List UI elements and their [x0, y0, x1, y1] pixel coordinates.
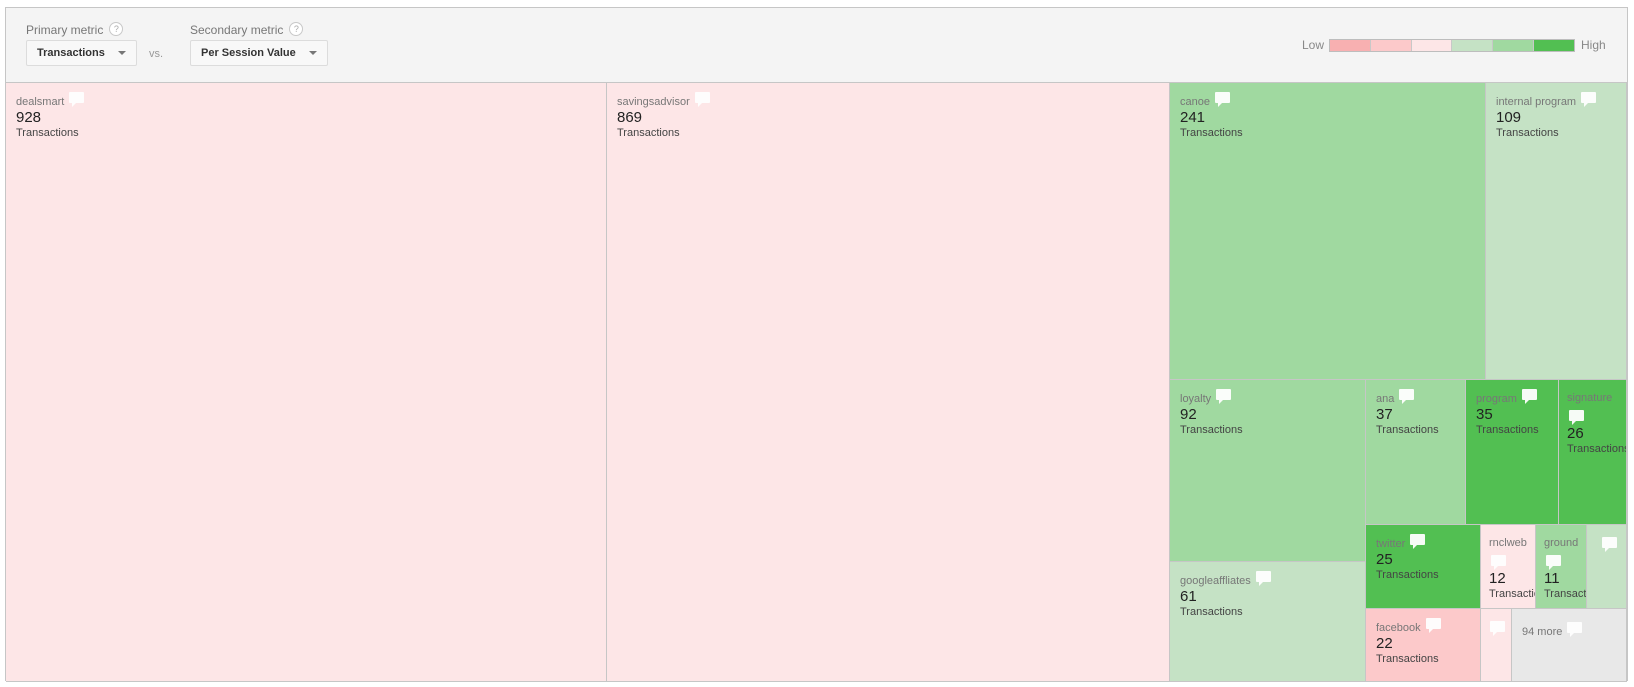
treemap-tile[interactable]: signature 26 Transactions: [1559, 380, 1627, 525]
treemap-tile[interactable]: ground 11Transactions: [1536, 525, 1587, 609]
tile-name: dealsmart: [16, 96, 65, 108]
tile-name: googleaffliates: [1180, 575, 1251, 587]
comment-icon[interactable]: [1581, 92, 1597, 107]
legend-swatch: [1411, 40, 1453, 51]
tile-unit: Transactions: [16, 127, 79, 139]
comment-icon[interactable]: [1216, 389, 1232, 404]
treemap-tile[interactable]: canoe 241 Transactions: [1170, 83, 1486, 380]
tile-unit: Transactions: [1376, 424, 1439, 436]
tile-unit: Transactions: [1544, 588, 1587, 600]
treemap-tile[interactable]: [1587, 525, 1627, 609]
color-legend: [1329, 39, 1575, 52]
vs-label: vs.: [149, 48, 164, 60]
tile-name: loyalty: [1180, 393, 1212, 405]
treemap-tile[interactable]: ana 37 Transactions: [1366, 380, 1466, 525]
chevron-down-icon: [308, 51, 317, 55]
legend-swatch: [1534, 40, 1574, 51]
tile-value: 35: [1476, 406, 1493, 423]
primary-metric-label: Primary metric?: [26, 22, 124, 37]
comment-icon[interactable]: [1567, 622, 1583, 637]
more-label: 94 more: [1522, 626, 1563, 638]
comment-icon[interactable]: [1410, 534, 1426, 549]
treemap: dealsmart 928 Transactions savingsadvisor 8…: [6, 83, 1627, 682]
comment-icon[interactable]: [1490, 621, 1505, 636]
treemap-tile[interactable]: loyalty 92 Transactions: [1170, 380, 1366, 562]
comment-icon[interactable]: [1255, 571, 1271, 586]
treemap-tile[interactable]: internal program 109 Transactions: [1486, 83, 1627, 380]
legend-high-label: High: [1581, 38, 1606, 52]
tile-value: 928: [16, 109, 42, 126]
treemap-tile[interactable]: twitter 25 Transactions: [1366, 525, 1481, 609]
tile-name: facebook: [1376, 622, 1421, 634]
chevron-down-icon: [117, 51, 126, 55]
tile-name: ana: [1376, 393, 1395, 405]
comment-icon[interactable]: [1425, 618, 1441, 633]
treemap-tile[interactable]: savingsadvisor 869 Transactions: [607, 83, 1170, 682]
tile-name: signature: [1567, 392, 1613, 404]
tile-name: savingsadvisor: [617, 96, 690, 108]
more-tile[interactable]: 94 more: [1512, 609, 1627, 682]
treemap-tile[interactable]: rnclweb 12Transactions: [1481, 525, 1536, 609]
tile-value: 109: [1496, 109, 1522, 126]
tile-unit: Transactions: [1567, 443, 1627, 455]
comment-icon[interactable]: [1521, 389, 1537, 404]
comment-icon[interactable]: [1602, 537, 1617, 552]
tile-value: 22: [1376, 635, 1393, 652]
tile-value: 25: [1376, 551, 1393, 568]
tile-value: 12: [1489, 570, 1506, 587]
tile-unit: Transactions: [1376, 569, 1439, 581]
tile-unit: Transactions: [1489, 588, 1535, 600]
legend-swatch: [1493, 40, 1535, 51]
tile-value: 869: [617, 109, 643, 126]
tile-name: program: [1476, 393, 1517, 405]
comment-icon[interactable]: [69, 92, 85, 107]
treemap-tile[interactable]: dealsmart 928 Transactions: [6, 83, 607, 682]
treemap-tile[interactable]: [1481, 609, 1512, 682]
tile-value: 37: [1376, 406, 1393, 423]
comment-icon[interactable]: [1399, 389, 1415, 404]
tile-unit: Transactions: [1376, 653, 1439, 665]
tile-name: ground: [1544, 537, 1579, 549]
tile-unit: Transactions: [617, 127, 680, 139]
metric-toolbar: Primary metric? Transactions vs. Seconda…: [6, 8, 1627, 83]
treemap-tile[interactable]: googleaffliates 61 Transactions: [1170, 562, 1366, 682]
tile-unit: Transactions: [1476, 424, 1539, 436]
tile-name: internal program: [1496, 96, 1577, 108]
comment-icon[interactable]: [1491, 555, 1506, 570]
help-icon[interactable]: ?: [109, 22, 124, 36]
treemap-tile[interactable]: facebook 22 Transactions: [1366, 609, 1481, 682]
treemap-tile[interactable]: program 35 Transactions: [1466, 380, 1559, 525]
comment-icon[interactable]: [694, 92, 710, 107]
tile-name: twitter: [1376, 538, 1406, 550]
tile-name: canoe: [1180, 96, 1210, 108]
comment-icon[interactable]: [1214, 92, 1230, 107]
comment-icon[interactable]: [1569, 410, 1584, 425]
tile-value: 92: [1180, 406, 1197, 423]
comment-icon[interactable]: [1546, 555, 1561, 570]
secondary-metric-dropdown[interactable]: Per Session Value: [190, 40, 328, 66]
tile-unit: Transactions: [1496, 127, 1559, 139]
tile-unit: Transactions: [1180, 606, 1243, 618]
tile-value: 241: [1180, 109, 1206, 126]
legend-swatch: [1452, 40, 1494, 51]
tile-unit: Transactions: [1180, 424, 1243, 436]
tile-value: 26: [1567, 425, 1584, 442]
help-icon[interactable]: ?: [289, 22, 304, 36]
tile-value: 11: [1544, 570, 1560, 587]
primary-metric-dropdown[interactable]: Transactions: [26, 40, 137, 66]
tile-unit: Transactions: [1180, 127, 1243, 139]
treemap-report: Primary metric? Transactions vs. Seconda…: [5, 7, 1628, 682]
tile-value: 61: [1180, 588, 1197, 605]
legend-swatch: [1370, 40, 1412, 51]
tile-name: rnclweb: [1489, 537, 1527, 549]
legend-swatch: [1330, 40, 1371, 51]
secondary-metric-label: Secondary metric?: [190, 22, 304, 37]
legend-low-label: Low: [1302, 38, 1325, 52]
